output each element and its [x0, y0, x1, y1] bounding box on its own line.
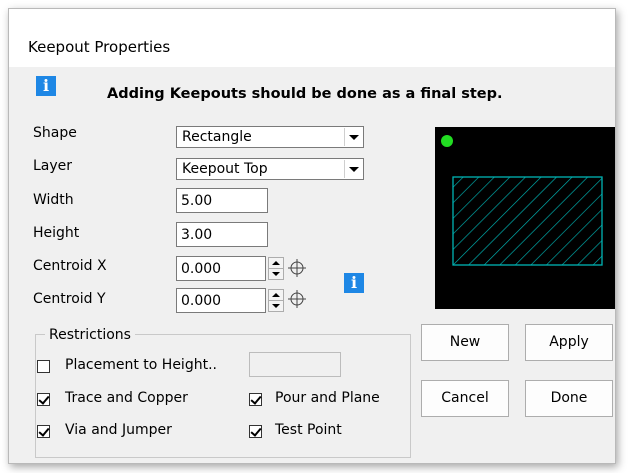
apply-button[interactable]: Apply	[525, 324, 613, 361]
chevron-down-icon[interactable]	[344, 160, 362, 178]
via-jumper-label: Via and Jumper	[65, 422, 172, 438]
shape-preview	[435, 127, 615, 309]
keepout-properties-dialog: Keepout Properties i Adding Keepouts sho…	[8, 8, 616, 464]
shape-label: Shape	[33, 125, 77, 141]
new-button[interactable]: New	[421, 324, 509, 361]
layer-select[interactable]: Keepout Top	[176, 158, 364, 180]
preview-canvas	[441, 135, 603, 266]
width-field[interactable]	[176, 188, 268, 213]
crosshair-icon[interactable]	[288, 259, 306, 277]
placement-label: Placement to Height..	[65, 357, 217, 373]
shape-select[interactable]: Rectangle	[176, 126, 364, 148]
layer-label: Layer	[33, 158, 73, 174]
stepper-down-icon[interactable]	[268, 268, 284, 280]
trace-copper-label: Trace and Copper	[65, 390, 188, 406]
via-jumper-checkbox[interactable]	[37, 425, 50, 438]
shape-select-value: Rectangle	[182, 129, 252, 145]
trace-copper-checkbox[interactable]	[37, 393, 50, 406]
layer-select-value: Keepout Top	[182, 161, 268, 177]
placement-height-field[interactable]	[249, 352, 341, 377]
cancel-button[interactable]: Cancel	[421, 380, 509, 417]
centroid-x-field[interactable]	[176, 256, 266, 281]
done-button[interactable]: Done	[525, 380, 613, 417]
centroid-y-field[interactable]	[176, 288, 266, 313]
test-point-label: Test Point	[275, 422, 342, 438]
dialog-title: Keepout Properties	[28, 38, 171, 56]
centroid-y-stepper[interactable]	[268, 289, 284, 312]
height-label: Height	[33, 225, 80, 241]
pour-plane-label: Pour and Plane	[275, 390, 380, 406]
centroid-x-stepper[interactable]	[268, 257, 284, 280]
centroid-x-label: Centroid X	[33, 258, 107, 274]
stepper-down-icon[interactable]	[268, 300, 284, 312]
info-icon: i	[36, 76, 56, 96]
title-bar: Keepout Properties	[9, 9, 615, 67]
pour-plane-checkbox[interactable]	[249, 393, 262, 406]
keepout-rectangle	[452, 176, 603, 266]
width-label: Width	[33, 192, 74, 208]
test-point-checkbox[interactable]	[249, 425, 262, 438]
centroid-y-label: Centroid Y	[33, 291, 106, 307]
restrictions-title: Restrictions	[45, 327, 135, 343]
warning-message: Adding Keepouts should be done as a fina…	[107, 86, 503, 102]
placement-checkbox[interactable]	[37, 360, 50, 373]
height-field[interactable]	[176, 222, 268, 247]
info-icon[interactable]: i	[344, 273, 364, 293]
origin-marker	[441, 135, 453, 147]
chevron-down-icon[interactable]	[344, 128, 362, 146]
crosshair-icon[interactable]	[288, 290, 306, 308]
